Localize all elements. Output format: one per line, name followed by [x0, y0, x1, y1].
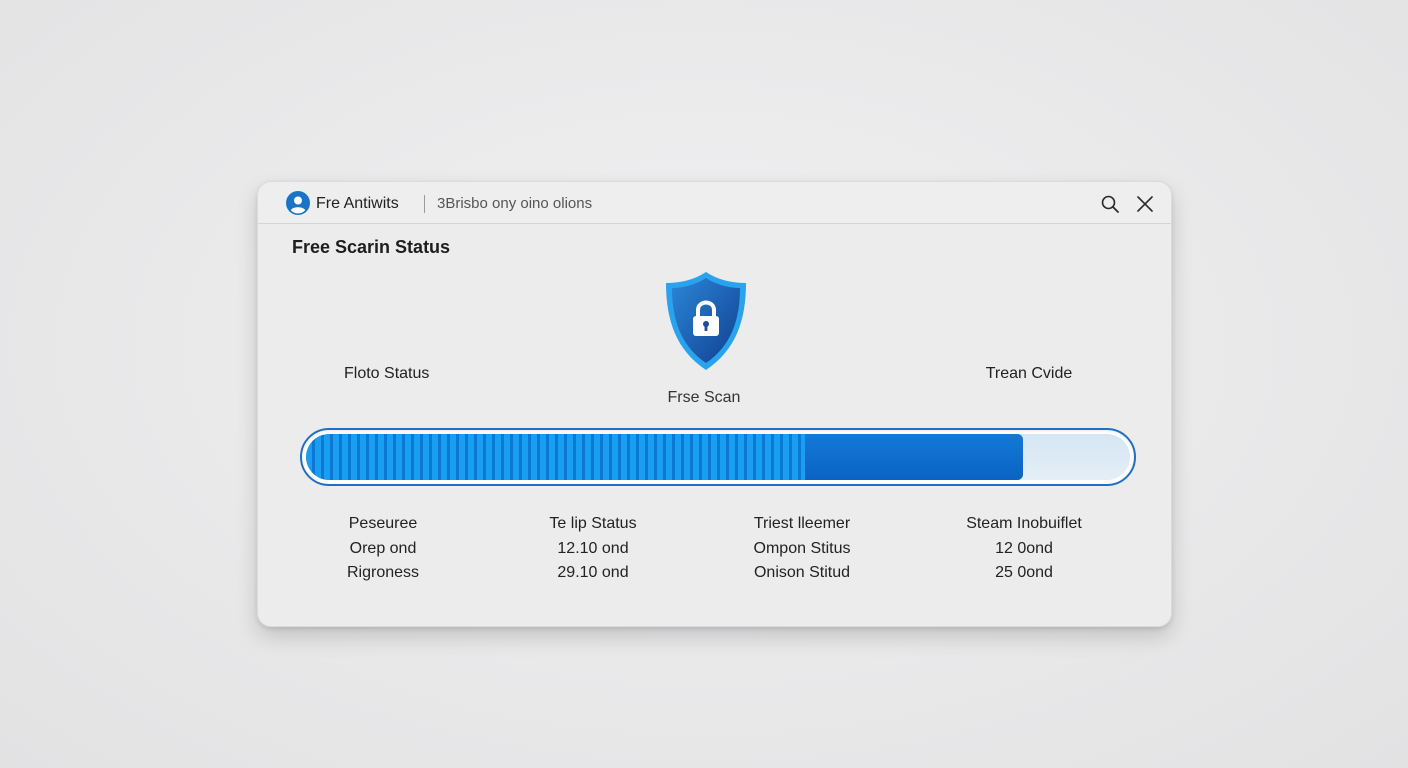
search-icon[interactable]: [1100, 194, 1120, 214]
stat-heading: Triest lleemer: [753, 515, 851, 532]
scan-progress-bar: [300, 428, 1136, 486]
stat-column-3: Triest lleemer Ompon Stitus Onison Stitu…: [702, 512, 902, 586]
stat-column-2: Te lip Status 12.10 ond 29.10 ond: [493, 512, 693, 586]
stat-column-4: Steam Inobuiflet 12 0ond 25 0ond: [924, 512, 1124, 586]
scan-label: Frse Scan: [667, 389, 741, 406]
progress-track: [306, 434, 1130, 480]
antivirus-window: Fre Antiwits 3Brisbo ony oino olions Fre…: [257, 181, 1172, 627]
section-title: Free Scarin Status: [292, 237, 451, 257]
stat-value: 29.10 ond: [557, 564, 629, 581]
stat-value: Ompon Stitus: [753, 539, 851, 557]
stat-value: Onison Stitud: [753, 564, 851, 581]
shield-lock-icon: [666, 272, 746, 370]
title-divider: [424, 195, 425, 213]
left-status-label: Floto Status: [344, 365, 430, 382]
stat-value: 12.10 ond: [557, 539, 629, 557]
stat-column-1: Peseuree Orep ond Rigroness: [283, 512, 483, 586]
close-icon[interactable]: [1135, 194, 1155, 214]
stat-value: Rigroness: [346, 564, 420, 581]
stat-value: 12 0ond: [995, 539, 1053, 557]
right-status-label: Trean Cvide: [985, 365, 1073, 382]
progress-stripes: [306, 434, 805, 480]
stat-heading: Steam Inobuiflet: [966, 515, 1082, 532]
user-circle-icon: [286, 191, 310, 215]
app-subtitle: 3Brisbo ony oino olions: [437, 195, 593, 212]
app-name: Fre Antiwits: [316, 195, 399, 212]
title-bar: Fre Antiwits 3Brisbo ony oino olions: [258, 182, 1171, 224]
stat-heading: Te lip Status: [549, 515, 637, 532]
stat-value: Orep ond: [349, 539, 417, 557]
stat-value: 25 0ond: [995, 564, 1053, 581]
stat-heading: Peseuree: [348, 515, 418, 532]
scan-stats: Peseuree Orep ond Rigroness Te lip Statu…: [258, 512, 1171, 592]
